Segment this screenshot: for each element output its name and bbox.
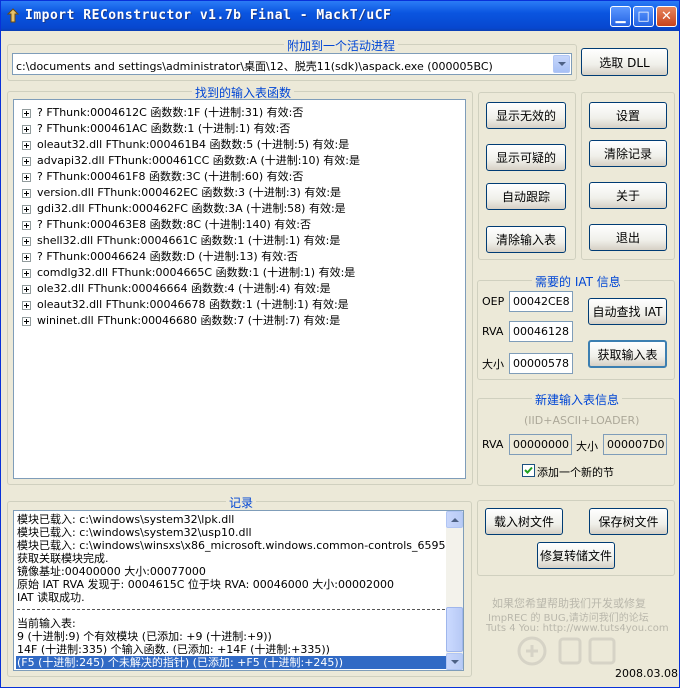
tree-item[interactable]: ? FThunk:0004612C 函数数:1F (十进制:31) 有效:否 [22,104,303,120]
log-line: 模块已载入: c:\windows\winsxs\x86_microsoft.w… [17,539,464,552]
watermark-logo-icon [517,636,616,666]
expand-icon[interactable] [22,268,31,278]
maximize-icon: □ [637,9,650,24]
exit-button[interactable]: 退出 [589,224,667,251]
expand-icon[interactable] [22,220,31,230]
new-import-hint: (IID+ASCII+LOADER) [524,414,640,427]
tree-item[interactable]: ? FThunk:00046624 函数数:D (十进制:13) 有效:否 [22,248,298,264]
tree-item[interactable]: ? FThunk:000461F8 函数数:3C (十进制:60) 有效:否 [22,168,303,184]
imports-tree[interactable]: ? FThunk:0004612C 函数数:1F (十进制:31) 有效:否 ?… [13,99,466,479]
iat-size-field[interactable]: 00000578 [509,353,573,374]
expand-icon[interactable] [22,300,31,310]
minimize-icon: ▁ [615,9,626,24]
dropdown-button[interactable] [553,55,570,73]
expand-icon[interactable] [22,172,31,182]
iat-size-label: 大小 [482,358,504,371]
expand-icon[interactable] [22,204,31,214]
expand-icon[interactable] [22,108,31,118]
show-suspect-button[interactable]: 显示可疑的 [486,144,566,171]
close-button[interactable]: ✕ [656,6,677,27]
log-line: 14F (十进制:335) 个输入函数. (已添加: +14F (十进制:+33… [17,643,330,656]
log-line: 原始 IAT RVA 发现于: 0004615C 位于块 RVA: 000460… [17,578,394,591]
save-tree-button[interactable]: 保存树文件 [589,508,668,535]
pick-dll-button[interactable]: 选取 DLL [581,48,668,76]
log-scrollbar[interactable] [446,511,463,670]
arrow-up-icon [451,518,459,522]
iat-info-label: 需要的 IAT 信息 [532,273,624,290]
tree-item[interactable]: ole32.dll FThunk:00046664 函数数:4 (十进制:4) … [22,280,331,296]
get-imports-button[interactable]: 获取输入表 [588,340,667,368]
new-import-label: 新建输入表信息 [532,391,623,408]
tree-item[interactable]: version.dll FThunk:000462EC 函数数:3 (十进制:3… [22,184,341,200]
oep-field[interactable]: 00042CE8 [509,291,573,312]
log-line: 获取关联模块完成. [17,552,109,565]
log-label: 记录 [226,494,257,511]
expand-icon[interactable] [22,140,31,150]
tree-item[interactable]: ? FThunk:000461AC 函数数:1 (十进制:1) 有效:否 [22,120,290,136]
tree-item[interactable]: gdi32.dll FThunk:000462FC 函数数:3A (十进制:58… [22,200,346,216]
expand-icon[interactable] [22,188,31,198]
chevron-down-icon [558,62,566,66]
minimize-button[interactable]: ▁ [610,6,631,27]
log-line: 模块已载入: c:\windows\system32\lpk.dll [17,513,235,526]
title-bar[interactable]: Import REConstructor v1.7b Final - MackT… [1,1,679,31]
build-date: 2008.03.08 [615,667,678,680]
load-tree-button[interactable]: 载入树文件 [485,508,563,535]
log-list[interactable]: 模块已载入: c:\windows\system32\lpk.dll 模块已载入… [13,510,464,671]
new-size-label: 大小 [576,440,598,453]
tree-item[interactable]: shell32.dll FThunk:0004661C 函数数:1 (十进制:1… [22,232,340,248]
attach-process-label: 附加到一个活动进程 [284,37,399,54]
add-section-label[interactable]: 添加一个新的节 [537,464,614,480]
expand-icon[interactable] [22,124,31,134]
checkmark-icon [524,466,533,474]
process-select[interactable]: c:\documents and settings\administrator\… [12,53,572,75]
log-line: 当前输入表: [17,617,76,630]
process-select-value: c:\documents and settings\administrator\… [16,60,493,73]
tree-item[interactable]: wininet.dll FThunk:00046680 函数数:7 (十进制:7… [22,312,340,328]
about-button[interactable]: 关于 [589,182,667,209]
close-icon: ✕ [661,9,672,24]
oep-label: OEP [482,295,505,308]
tree-item[interactable]: oleaut32.dll FThunk:000461B4 函数数:5 (十进制:… [22,136,349,152]
log-line: 镜像基址:00400000 大小:00077000 [17,565,206,578]
iat-rva-field[interactable]: 00046128 [509,321,573,342]
tree-item[interactable]: ? FThunk:000463E8 函数数:8C (十进制:140) 有效:否 [22,216,311,232]
watermark-line2: ImpREC 的 BUG,请访问我们的论坛 [488,613,649,624]
iat-rva-label: RVA [482,325,504,338]
new-size-field[interactable]: 000007D0 [603,434,667,455]
log-line: 9 (十进制:9) 个有效模块 (已添加: +9 (十进制:+9)) [17,630,272,643]
expand-icon[interactable] [22,284,31,294]
scroll-up-button[interactable] [446,511,463,528]
log-line: 模块已载入: c:\windows\system32\usp10.dll [17,526,252,539]
scroll-down-button[interactable] [446,653,463,670]
maximize-button[interactable]: □ [633,6,654,27]
log-line-selected[interactable]: (F5 (十进制:245) 个未解决的指针) (已添加: +F5 (十进制:+2… [16,656,449,669]
fix-dump-button[interactable]: 修复转储文件 [537,542,615,569]
app-icon [6,8,20,23]
window-title: Import REConstructor v1.7b Final - MackT… [25,8,392,23]
expand-icon[interactable] [22,316,31,326]
expand-icon[interactable] [22,236,31,246]
clear-log-button[interactable]: 清除记录 [589,140,667,167]
new-rva-field[interactable]: 00000000 [509,434,572,455]
options-button[interactable]: 设置 [589,102,667,129]
log-line: IAT 读取成功. [17,591,85,604]
log-separator [17,609,445,610]
clear-imports-button[interactable]: 清除输入表 [486,226,566,253]
expand-icon[interactable] [22,156,31,166]
add-section-checkbox[interactable] [522,464,535,477]
scroll-thumb[interactable] [446,607,463,652]
tree-item[interactable]: oleaut32.dll FThunk:00046678 函数数:1 (十进制:… [22,296,349,312]
tree-item[interactable]: advapi32.dll FThunk:000461CC 函数数:A (十进制:… [22,152,360,168]
expand-icon[interactable] [22,252,31,262]
main-window: Import REConstructor v1.7b Final - MackT… [0,0,680,688]
auto-search-iat-button[interactable]: 自动查找 IAT [588,298,667,325]
arrow-down-icon [451,660,459,664]
auto-trace-button[interactable]: 自动跟踪 [486,183,566,210]
new-rva-label: RVA [482,438,504,451]
tree-item[interactable]: comdlg32.dll FThunk:0004665C 函数数:1 (十进制:… [22,264,355,280]
show-invalid-button[interactable]: 显示无效的 [486,102,566,129]
